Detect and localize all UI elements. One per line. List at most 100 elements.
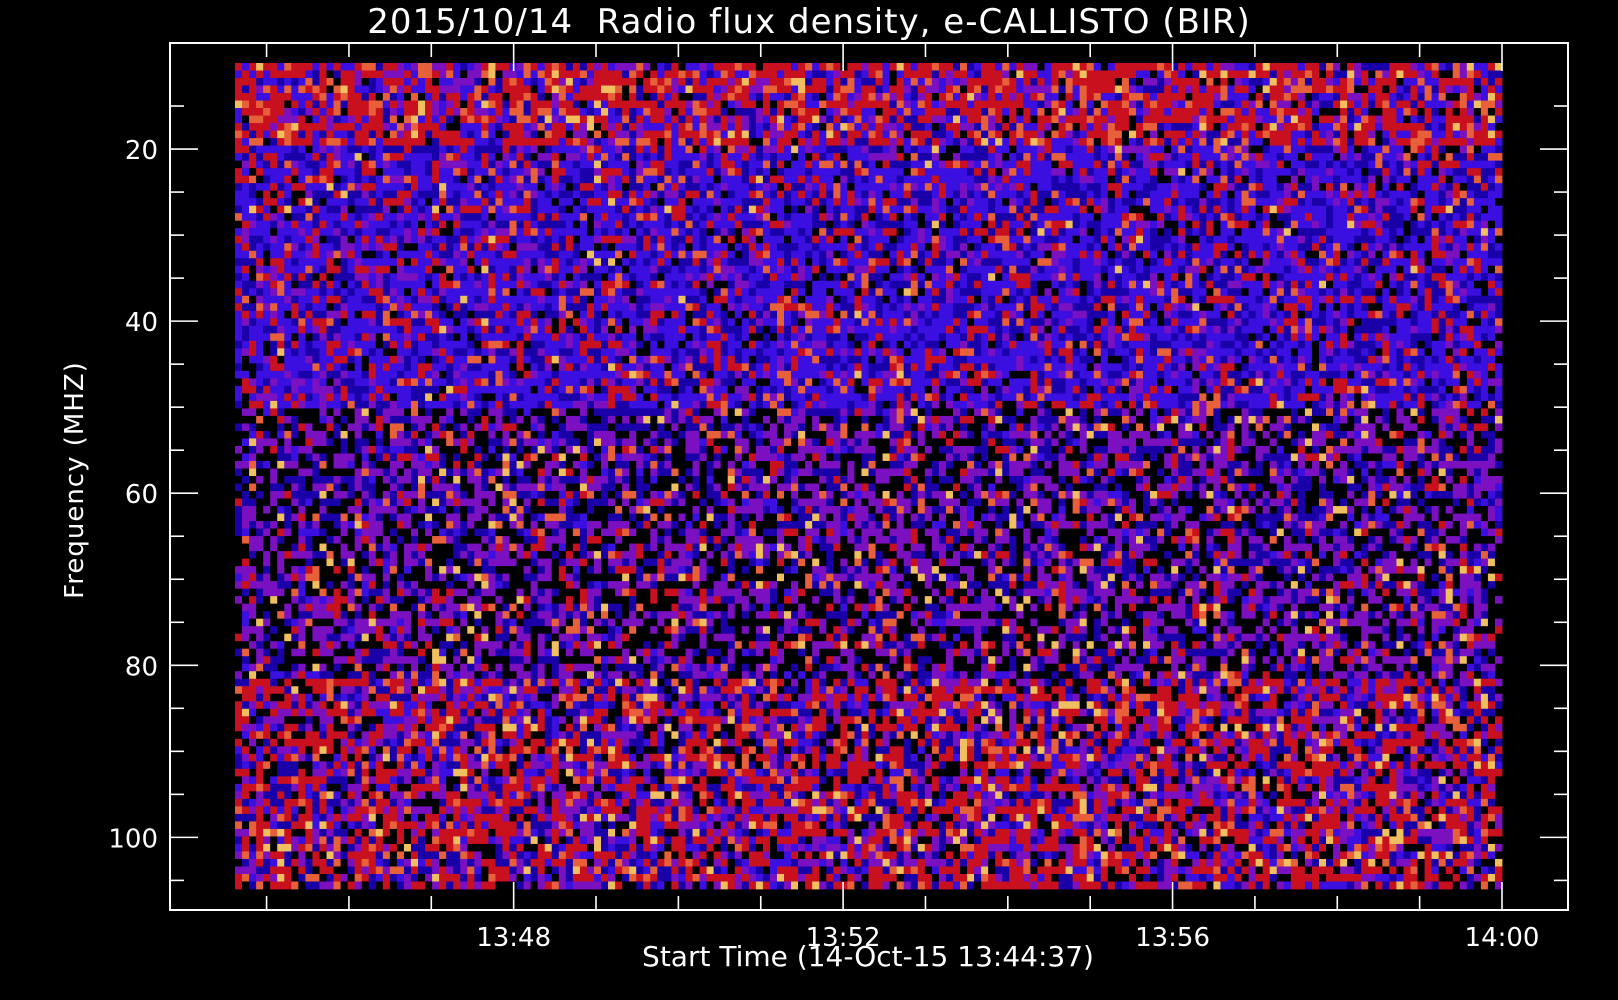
heatmap-cell bbox=[1199, 213, 1207, 222]
heatmap-cell bbox=[263, 213, 271, 222]
heatmap-cell bbox=[1445, 250, 1454, 259]
heatmap-cell bbox=[347, 115, 356, 124]
heatmap-cell bbox=[1255, 100, 1264, 109]
heatmap-cell bbox=[1037, 123, 1045, 131]
heatmap-cell bbox=[460, 220, 468, 229]
heatmap-cell bbox=[713, 108, 722, 116]
heatmap-cell bbox=[1086, 115, 1095, 124]
heatmap-cell bbox=[805, 145, 813, 154]
heatmap-cell bbox=[270, 265, 278, 274]
heatmap-cell bbox=[685, 100, 693, 109]
heatmap-cell bbox=[1452, 168, 1461, 177]
heatmap-cell bbox=[256, 183, 264, 192]
heatmap-cell bbox=[1241, 130, 1249, 139]
heatmap-cell bbox=[896, 85, 905, 94]
heatmap-cell bbox=[1128, 258, 1137, 267]
heatmap-cell bbox=[882, 175, 891, 184]
heatmap-cell bbox=[1107, 243, 1116, 252]
heatmap-cell bbox=[643, 108, 651, 116]
heatmap-cell bbox=[509, 138, 517, 146]
heatmap-cell bbox=[551, 183, 560, 192]
heatmap-cell bbox=[1072, 250, 1081, 259]
heatmap-cell bbox=[1121, 205, 1130, 214]
heatmap-cell bbox=[1466, 168, 1475, 177]
heatmap-cell bbox=[734, 78, 743, 86]
heatmap-cell bbox=[776, 160, 785, 169]
heatmap-cell bbox=[1128, 190, 1137, 199]
heatmap-cell bbox=[319, 258, 327, 267]
heatmap-cell bbox=[1107, 70, 1116, 79]
heatmap-cell bbox=[664, 153, 672, 162]
heatmap-cell bbox=[762, 93, 771, 101]
heatmap-cell bbox=[692, 138, 700, 146]
heatmap-cell bbox=[931, 138, 940, 146]
heatmap-cell bbox=[1375, 258, 1383, 267]
heatmap-cell bbox=[537, 78, 546, 86]
heatmap-cell bbox=[1276, 220, 1285, 229]
heatmap-cell bbox=[1206, 168, 1214, 177]
heatmap-cell bbox=[432, 175, 440, 184]
heatmap-cell bbox=[488, 153, 496, 162]
heatmap-cell bbox=[1030, 153, 1038, 162]
heatmap-cell bbox=[354, 70, 363, 79]
heatmap-cell bbox=[242, 265, 250, 274]
heatmap-cell bbox=[509, 220, 517, 229]
heatmap-cell bbox=[1220, 160, 1228, 169]
heatmap-cell bbox=[1438, 213, 1447, 222]
heatmap-cell bbox=[1192, 198, 1200, 207]
heatmap-cell bbox=[453, 100, 461, 109]
heatmap-cell bbox=[1213, 175, 1221, 184]
heatmap-cell bbox=[1079, 258, 1088, 267]
heatmap-cell bbox=[453, 228, 461, 237]
heatmap-cell bbox=[798, 130, 806, 139]
heatmap-cell bbox=[1234, 138, 1242, 146]
heatmap-cell bbox=[537, 183, 546, 192]
heatmap-cell bbox=[819, 190, 827, 199]
heatmap-cell bbox=[249, 108, 257, 116]
heatmap-cell bbox=[1389, 183, 1397, 192]
heatmap-cell bbox=[1009, 115, 1017, 124]
heatmap-cell bbox=[516, 153, 524, 162]
heatmap-cell bbox=[1311, 213, 1320, 222]
heatmap-cell bbox=[748, 85, 757, 94]
heatmap-cell bbox=[1150, 100, 1158, 109]
heatmap-cell bbox=[1487, 198, 1496, 207]
heatmap-cell bbox=[685, 220, 693, 229]
heatmap-cell bbox=[1431, 138, 1440, 146]
heatmap-cell bbox=[1452, 160, 1461, 169]
heatmap-cell bbox=[333, 78, 341, 86]
heatmap-cell bbox=[601, 183, 609, 192]
heatmap-cell bbox=[1002, 198, 1010, 207]
heatmap-cell bbox=[664, 243, 672, 252]
heatmap-cell bbox=[741, 175, 750, 184]
heatmap-cell bbox=[727, 153, 736, 162]
heatmap-cell bbox=[741, 145, 750, 154]
heatmap-cell bbox=[354, 205, 363, 214]
heatmap-cell bbox=[1466, 213, 1475, 222]
heatmap-cell bbox=[657, 108, 665, 116]
heatmap-cell bbox=[1473, 190, 1482, 199]
heatmap-cell bbox=[558, 100, 567, 109]
heatmap-cell bbox=[608, 115, 616, 124]
heatmap-cell bbox=[361, 198, 370, 207]
heatmap-cell bbox=[418, 130, 426, 139]
heatmap-cell bbox=[1361, 130, 1369, 139]
heatmap-cell bbox=[896, 100, 905, 109]
heatmap-cell bbox=[608, 205, 616, 214]
heatmap-cell bbox=[263, 198, 271, 207]
heatmap-cell bbox=[565, 235, 574, 244]
heatmap-cell bbox=[706, 205, 715, 214]
heatmap-cell bbox=[544, 198, 553, 207]
heatmap-cell bbox=[1311, 123, 1320, 131]
heatmap-cell bbox=[1107, 138, 1116, 146]
heatmap-cell bbox=[868, 250, 876, 259]
heatmap-cell bbox=[551, 70, 560, 79]
heatmap-cell bbox=[720, 78, 729, 86]
heatmap-cell bbox=[523, 153, 532, 162]
heatmap-cell bbox=[1065, 220, 1074, 229]
heatmap-cell bbox=[995, 63, 1003, 71]
heatmap-cell bbox=[270, 175, 278, 184]
heatmap-cell bbox=[713, 183, 722, 192]
heatmap-cell bbox=[1058, 183, 1066, 192]
heatmap-cell bbox=[1065, 183, 1074, 192]
